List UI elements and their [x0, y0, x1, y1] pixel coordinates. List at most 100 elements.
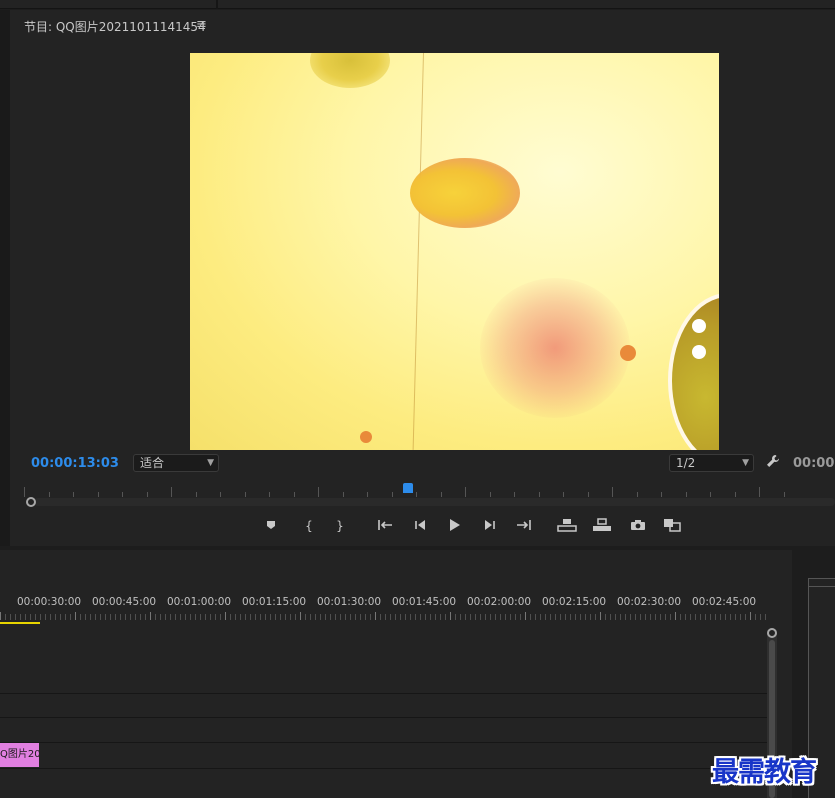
ruler-tick: [150, 612, 151, 620]
ruler-tick: [25, 614, 26, 620]
ruler-tick: [525, 612, 526, 620]
top-panel-divider[interactable]: [216, 0, 218, 9]
ruler-tick: [165, 614, 166, 620]
ruler-tick: [405, 614, 406, 620]
mark-out-icon: }: [336, 519, 344, 533]
ruler-label: 00:01:30:00: [317, 596, 382, 608]
timeline-ruler[interactable]: 00:00:30:00 00:00:45:00 00:01:00:00 00:0…: [0, 596, 792, 610]
comparison-view-button[interactable]: [660, 516, 684, 536]
ruler-tick: [720, 614, 721, 620]
go-to-out-button[interactable]: [512, 516, 536, 536]
ruler-tick: [725, 614, 726, 620]
resolution-select-value: 1/2: [676, 456, 696, 470]
hamburger-menu-icon[interactable]: ≡: [196, 17, 207, 32]
ruler-tick: [195, 614, 196, 620]
ruler-tick: [330, 614, 331, 620]
ruler-tick: [489, 492, 491, 497]
timeline-ruler-ticks[interactable]: [0, 612, 770, 620]
ruler-tick: [783, 492, 785, 497]
ruler-tick: [315, 614, 316, 620]
ruler-tick: [450, 612, 451, 620]
ruler-tick: [110, 614, 111, 620]
ruler-tick: [285, 614, 286, 620]
extract-button[interactable]: [590, 516, 614, 536]
ruler-tick: [105, 614, 106, 620]
go-to-in-button[interactable]: [373, 516, 397, 536]
playhead-marker[interactable]: [403, 483, 413, 493]
panel-title[interactable]: 节目: QQ图片20211011141454: [24, 18, 206, 35]
ruler-tick: [570, 614, 571, 620]
ruler-tick: [670, 614, 671, 620]
vertical-scrollbar-handle[interactable]: [767, 628, 777, 638]
ruler-tick: [605, 614, 606, 620]
ruler-tick: [685, 492, 687, 497]
ruler-tick: [600, 612, 601, 620]
ruler-tick: [145, 614, 146, 620]
clip-label: Q图片20: [0, 749, 39, 760]
zoom-scrollbar-handle[interactable]: [26, 497, 36, 507]
ruler-tick: [565, 614, 566, 620]
ruler-label: 00:01:45:00: [392, 596, 457, 608]
ruler-tick: [420, 614, 421, 620]
ruler-tick: [175, 614, 176, 620]
top-panel-strip: [0, 0, 835, 9]
resolution-select[interactable]: 1/2 ▼: [669, 454, 754, 472]
ruler-tick: [10, 614, 11, 620]
ruler-tick: [355, 614, 356, 620]
preview-highlight: [692, 319, 706, 333]
mark-in-icon: {: [305, 519, 313, 533]
current-timecode[interactable]: 00:00:13:03: [31, 456, 119, 471]
mark-out-button[interactable]: }: [328, 516, 352, 536]
export-frame-button[interactable]: [626, 516, 650, 536]
monitor-time-ruler[interactable]: [24, 487, 835, 497]
ruler-tick: [250, 614, 251, 620]
ruler-tick: [650, 614, 651, 620]
track-divider: [0, 693, 768, 694]
ruler-tick: [220, 614, 221, 620]
ruler-tick: [759, 487, 760, 497]
ruler-tick: [735, 614, 736, 620]
ruler-tick: [195, 492, 197, 497]
watermark-logo: 最需教育: [712, 757, 817, 788]
step-forward-button[interactable]: [478, 516, 502, 536]
play-button[interactable]: [443, 516, 467, 536]
ruler-tick: [430, 614, 431, 620]
ruler-tick: [370, 614, 371, 620]
ruler-tick: [235, 614, 236, 620]
camera-icon: [630, 519, 646, 534]
ruler-tick: [480, 614, 481, 620]
ruler-tick: [295, 614, 296, 620]
ruler-tick: [95, 614, 96, 620]
go-to-out-icon: [516, 519, 532, 534]
mark-in-button[interactable]: {: [297, 516, 321, 536]
track-divider: [0, 717, 768, 718]
ruler-tick: [325, 614, 326, 620]
fit-select[interactable]: 适合 ▼: [133, 454, 219, 472]
marker-icon: [266, 519, 276, 533]
extract-icon: [592, 517, 612, 535]
ruler-tick: [700, 614, 701, 620]
ruler-tick: [675, 612, 676, 620]
work-area-bar[interactable]: [0, 622, 40, 624]
ruler-label: 00:02:30:00: [617, 596, 682, 608]
ruler-tick: [710, 614, 711, 620]
preview-dot: [360, 431, 372, 443]
ruler-tick: [280, 614, 281, 620]
timeline-clip[interactable]: Q图片20: [0, 743, 39, 767]
ruler-tick: [400, 614, 401, 620]
zoom-scrollbar[interactable]: [34, 498, 835, 506]
ruler-tick: [230, 614, 231, 620]
ruler-tick: [270, 614, 271, 620]
ruler-tick: [590, 614, 591, 620]
wrench-icon[interactable]: [766, 454, 780, 472]
step-back-button[interactable]: [408, 516, 432, 536]
transport-controls: { }: [10, 516, 835, 538]
step-back-icon: [414, 519, 426, 534]
ruler-tick: [715, 614, 716, 620]
ruler-tick: [55, 614, 56, 620]
add-marker-button[interactable]: [259, 516, 283, 536]
ruler-tick: [260, 614, 261, 620]
ruler-tick: [0, 612, 1, 620]
ruler-tick: [171, 487, 172, 497]
lift-button[interactable]: [555, 516, 579, 536]
